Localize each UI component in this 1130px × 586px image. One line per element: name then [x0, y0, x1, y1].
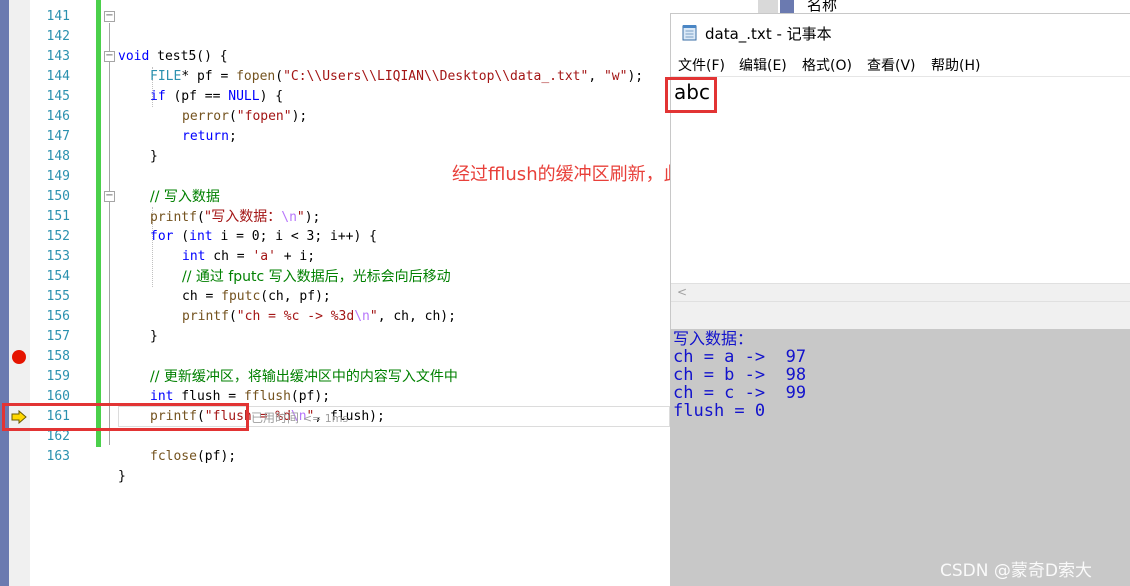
- console-line: 写入数据：: [673, 329, 754, 348]
- console-line: ch = a -> 97: [673, 347, 807, 367]
- solution-explorer-panel: 名称: [758, 0, 1130, 14]
- breakpoint-icon[interactable]: [12, 350, 26, 364]
- menu-edit[interactable]: 编辑(E): [739, 55, 787, 75]
- annotation-box-file-content: [665, 77, 717, 113]
- notepad-icon: [682, 25, 697, 41]
- notepad-text-area[interactable]: abc: [665, 77, 1130, 283]
- notepad-statusbar: [671, 301, 1130, 330]
- notepad-title: data_.txt - 记事本: [705, 25, 832, 43]
- panel-divider: [780, 0, 794, 13]
- panel-scrollbar[interactable]: [758, 0, 778, 13]
- console-line: flush = 0: [673, 401, 766, 421]
- code-text: fclose(pf);: [150, 449, 237, 464]
- notepad-titlebar[interactable]: data_.txt - 记事本: [671, 14, 1130, 50]
- elapsed-time-hint: 已用时间 <= 1ms: [251, 411, 349, 425]
- console-line: ch = c -> 99: [673, 383, 807, 403]
- menu-file[interactable]: 文件(F): [678, 55, 725, 75]
- console-line: ch = b -> 98: [673, 365, 807, 385]
- menu-format[interactable]: 格式(O): [802, 55, 852, 75]
- notepad-window[interactable]: data_.txt - 记事本 文件(F) 编辑(E) 格式(O) 查看(V) …: [665, 13, 1130, 330]
- horizontal-scrollbar[interactable]: <: [671, 283, 1130, 301]
- console-output-window[interactable]: 写入数据： ch = a -> 97 ch = b -> 98 ch = c -…: [670, 329, 1130, 586]
- line-number: 163: [46, 449, 70, 464]
- scroll-left-arrow-icon[interactable]: <: [677, 285, 687, 299]
- notepad-menubar: 文件(F) 编辑(E) 格式(O) 查看(V) 帮助(H): [671, 50, 1130, 77]
- code-text: }: [118, 469, 126, 484]
- menu-help[interactable]: 帮助(H): [931, 55, 980, 75]
- watermark: CSDN @蒙奇D索大: [940, 561, 1092, 581]
- menu-view[interactable]: 查看(V): [867, 55, 916, 75]
- annotation-box-line-162: [2, 403, 249, 431]
